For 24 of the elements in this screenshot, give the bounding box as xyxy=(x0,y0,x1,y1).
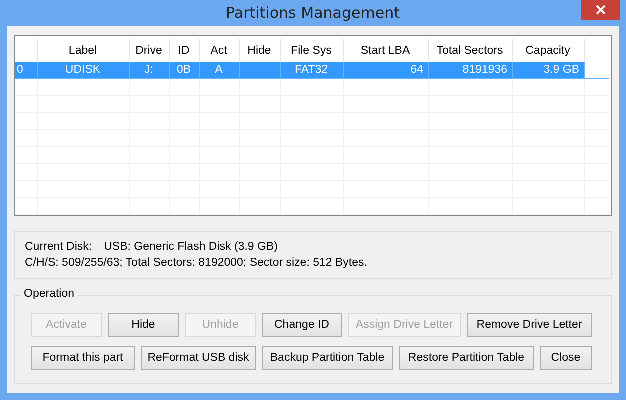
close-button[interactable] xyxy=(581,0,620,20)
window-title: Partitions Management xyxy=(226,4,400,22)
action-button[interactable]: Remove Drive Letter xyxy=(467,313,592,337)
disk-details: C/H/S: 509/255/63; Total Sectors: 8192000; Sector size: 512 Bytes. xyxy=(25,257,368,269)
disk-name: USB: Generic Flash Disk (3.9 GB) xyxy=(104,241,278,253)
table-cell: A xyxy=(199,62,239,78)
action-button[interactable]: Hide xyxy=(108,313,179,337)
table-cell: J: xyxy=(129,62,169,78)
action-button[interactable]: Change ID xyxy=(262,313,342,337)
row-number: 0 xyxy=(15,62,37,78)
table-cell: 8191936 xyxy=(428,62,512,78)
action-button[interactable]: Format this part xyxy=(31,346,135,370)
group-title: Operation xyxy=(21,288,78,300)
action-button[interactable]: Backup Partition Table xyxy=(262,346,393,370)
action-button[interactable]: ReFormat USB disk xyxy=(141,346,256,370)
table-cell: 3.9 GB xyxy=(512,62,584,78)
action-button[interactable]: Restore Partition Table xyxy=(399,346,534,370)
info-label: Current Disk: xyxy=(25,241,92,253)
table-cell: 0B xyxy=(169,62,199,78)
table-cell: UDISK xyxy=(37,62,129,78)
table-cell: 64 xyxy=(343,62,428,78)
action-button[interactable]: Close xyxy=(540,346,592,370)
close-icon xyxy=(596,5,606,15)
table-cell: FAT32 xyxy=(280,62,343,78)
